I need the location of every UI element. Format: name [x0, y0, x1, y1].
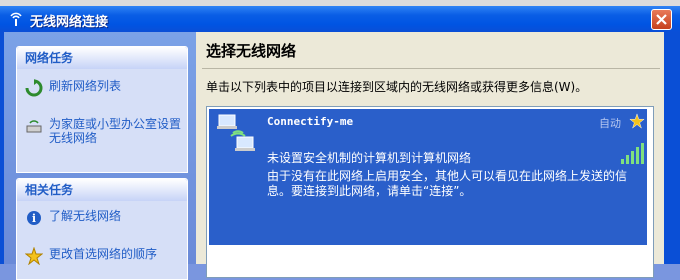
setup-wireless-network-label: 为家庭或小型办公室设置无线网络: [49, 117, 182, 145]
star-icon: [25, 247, 43, 265]
task-pane: 网络任务 刷新网络列表 为家庭或小型办公室设置无线网络 相关任务 i 了解无线网…: [4, 32, 196, 280]
network-security-text: 未设置安全机制的计算机到计算机网络: [267, 151, 472, 165]
wireless-network-icon: [10, 12, 22, 26]
instruction-text: 单击以下列表中的项目以连接到区域内的无线网络或获得更多信息(W)。: [206, 80, 588, 94]
learn-wireless-label: 了解无线网络: [49, 209, 122, 223]
window-title: 无线网络连接: [30, 15, 109, 30]
network-description: 由于没有在此网络上启用安全，其他人可以看见在此网络上发送的信息。要连接到此网络，…: [267, 169, 628, 198]
change-network-order-link[interactable]: 更改首选网络的顺序: [17, 247, 187, 265]
refresh-network-list-label: 刷新网络列表: [49, 79, 122, 93]
network-list-item[interactable]: Connectify-me 自动 未设置安全机制的计算机到计算机网络 由于没有在…: [209, 109, 647, 245]
main-content: 选择无线网络 单击以下列表中的项目以连接到区域内的无线网络或获得更多信息(W)。…: [196, 32, 666, 278]
adhoc-network-icon: [217, 114, 255, 151]
related-tasks-box: 相关任务 i 了解无线网络 更改首选网络的顺序: [16, 178, 188, 280]
close-icon: [656, 14, 667, 25]
network-ssid: Connectify-me: [267, 115, 354, 128]
network-status: 自动: [599, 117, 621, 130]
preferred-star-icon: [629, 113, 645, 129]
info-icon: i: [27, 211, 41, 225]
network-tasks-header: 网络任务: [17, 47, 187, 69]
related-tasks-header: 相关任务: [17, 179, 187, 201]
refresh-network-list-link[interactable]: 刷新网络列表: [17, 79, 187, 97]
network-tasks-box: 网络任务 刷新网络列表 为家庭或小型办公室设置无线网络: [16, 46, 188, 173]
window-frame-right: [664, 32, 678, 264]
learn-wireless-link[interactable]: i 了解无线网络: [17, 209, 187, 225]
svg-text:i: i: [32, 212, 36, 225]
signal-strength-icon: [621, 143, 644, 164]
divider: [202, 68, 660, 69]
network-list[interactable]: Connectify-me 自动 未设置安全机制的计算机到计算机网络 由于没有在…: [206, 106, 654, 278]
change-network-order-label: 更改首选网络的顺序: [49, 247, 158, 261]
close-button[interactable]: [651, 9, 672, 30]
title-bar[interactable]: 无线网络连接: [0, 6, 680, 32]
refresh-icon: [25, 79, 43, 97]
page-title: 选择无线网络: [206, 42, 297, 60]
wireless-setup-icon: [26, 120, 42, 133]
setup-wireless-network-link[interactable]: 为家庭或小型办公室设置无线网络: [17, 117, 187, 145]
